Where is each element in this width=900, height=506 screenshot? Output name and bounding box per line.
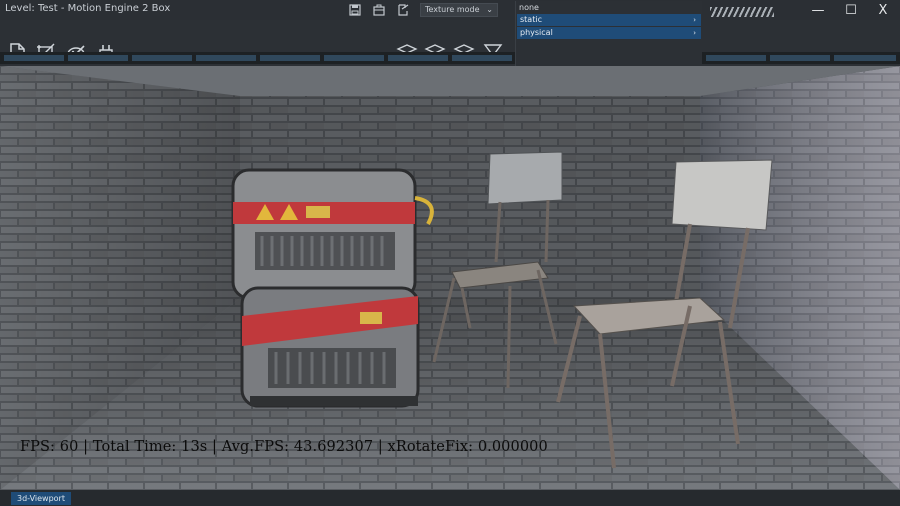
export-icon[interactable] [396,3,410,17]
dropdown-option-label: physical [520,28,553,37]
toolbar-separator-strip [0,52,900,64]
dropdown-option-physical[interactable]: physical › [517,27,701,39]
window-title: Level: Test - Motion Engine 2 Box [5,3,171,14]
render-mode-value: Texture mode [425,5,480,14]
dropdown-option-label: static [520,15,542,24]
viewport-scene [0,66,900,490]
dropdown-option-static[interactable]: static › [517,14,701,26]
status-bar: 3d-Viewport [0,490,900,506]
fps-overlay: FPS: 60 | Total Time: 13s | Avg.FPS: 43.… [20,439,548,455]
object-type-dropdown[interactable]: none static › physical › [515,1,702,67]
generator-model[interactable] [231,168,434,408]
tab-3d-viewport[interactable]: 3d-Viewport [11,492,71,505]
window-drag-handle[interactable] [710,7,774,17]
3d-viewport[interactable]: FPS: 60 | Total Time: 13s | Avg.FPS: 43.… [0,66,900,490]
main-toolbar [0,20,900,66]
maximize-button[interactable]: ☐ [836,1,866,21]
chevron-down-icon: ⌄ [486,5,493,14]
close-button[interactable]: X [868,1,898,21]
chevron-right-icon: › [693,16,696,24]
dropdown-option-none[interactable]: none [519,3,539,12]
title-bar: Level: Test - Motion Engine 2 Box Textur… [0,0,900,20]
briefcase-icon[interactable] [372,3,386,17]
minimize-button[interactable]: — [803,1,833,21]
save-icon[interactable] [348,3,362,17]
chevron-right-icon: › [693,29,696,37]
render-mode-select[interactable]: Texture mode ⌄ [420,3,498,17]
